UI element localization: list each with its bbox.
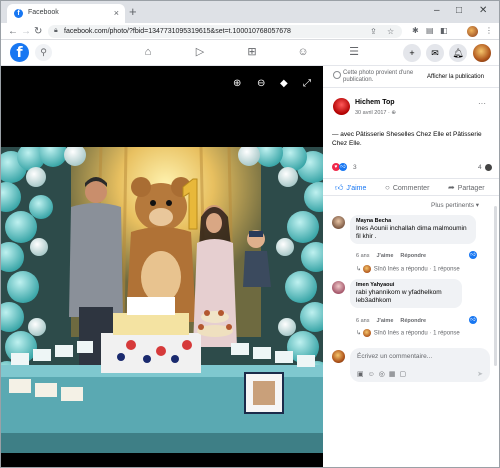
search-icon[interactable]: ⚲ [35,44,52,61]
profile-avatar[interactable] [467,26,478,37]
comment-bubble-icon [485,164,492,171]
address-bar-row: ← → ↻ 🔒︎ facebook.com/photo/?fbid=134773… [1,23,499,40]
view-replies-link[interactable]: ↳ Sînô Inès a répondu · 1 réponse [356,329,460,337]
url-text[interactable]: facebook.com/photo/?fbid=134773109531961… [64,28,291,35]
more-options-icon[interactable]: ··· [478,99,486,108]
extensions-icon[interactable]: ✱ [412,26,419,35]
like-button[interactable]: 👍︎ J'aime [335,183,366,193]
comment-reply-link[interactable]: Répondre [400,253,426,259]
tab-close-icon[interactable]: × [114,8,119,18]
create-plus-icon[interactable]: + [403,44,421,62]
facebook-header: f ⚲ ⌂ ▷ ⊞ ☺ ☰ + ✉ 🔔︎ [1,40,499,66]
avatar-sticker-icon[interactable]: ▢ [400,371,411,378]
post-actions: 👍︎ J'aime ○ Commenter ➦ Partager [323,178,499,196]
share-page-icon[interactable]: ⇪ [370,27,377,36]
comment-author[interactable]: Mayna Becha [356,218,470,224]
source-notice: Cette photo provient d'une publication. … [323,66,499,88]
emoji-icon[interactable]: ☺ [368,371,379,378]
minimize-button[interactable]: – [434,5,440,16]
comment-icon: ○ [385,183,390,192]
fullscreen-icon[interactable]: ⤢ [303,78,311,89]
video-icon[interactable]: ▷ [193,45,207,59]
panel-scrollbar[interactable] [494,206,497,366]
composer-tools: ▣☺◎▦▢ [357,370,410,378]
new-tab-button[interactable]: + [129,4,137,20]
camera-icon[interactable]: ◎ [379,371,389,378]
comment-like-badge-icon: 👍︎ [469,316,477,324]
reply-avatar [362,329,371,337]
browser-menu-icon[interactable]: ⋮ [485,26,493,35]
view-replies-link[interactable]: ↳ Sînô Inès a répondu · 1 réponse [356,265,460,273]
comment-author[interactable]: Imen Yahyaoui [356,282,456,288]
close-window-button[interactable]: ✕ [479,5,487,16]
lock-icon[interactable]: 🔒︎ [54,27,58,35]
send-icon[interactable]: ➤ [477,370,483,378]
comment-sort-dropdown[interactable]: Plus pertinents ▾ [431,201,479,209]
tab-title: Facebook [28,9,59,16]
comment-bubble: Mayna Becha Ines Aounii inchallah dima m… [350,215,476,244]
post-caption: — avec Pâtisserie Sheselles Chez Elle et… [332,131,482,147]
share-arrow-icon: ➦ [448,183,455,192]
home-icon[interactable]: ⌂ [141,45,155,59]
reactions-bar[interactable]: ♥ 👍︎ 3 4 [332,163,492,173]
zoom-in-icon[interactable]: ⊕ [233,78,241,89]
share-button[interactable]: ➦ Partager [448,183,485,192]
tag-icon[interactable]: ◆ [280,78,288,89]
post-date[interactable]: 30 avril 2017 · ⊕ [355,110,396,116]
zoom-out-icon[interactable]: ⊖ [257,78,265,89]
reload-icon[interactable]: ↻ [34,25,42,38]
comment-composer[interactable]: Écrivez un commentaire... ▣☺◎▦▢ ➤ [350,348,490,382]
comment-bubble: Imen Yahyaoui rabi yhannikom w yfadhelko… [350,279,462,308]
comment-meta: 6 ans J'aime Répondre [356,318,427,324]
comment-like-badge-icon: 👍︎ [469,251,477,259]
party-photo [1,147,323,453]
marketplace-icon[interactable]: ⊞ [245,45,259,59]
menu-icon[interactable]: ☰ [347,45,361,59]
reactions-count[interactable]: 3 [353,164,357,171]
comment-like-link[interactable]: J'aime [376,253,393,259]
reply-arrow-icon: ↳ [356,330,363,337]
tab-facebook[interactable]: f Facebook × [7,4,125,23]
facebook-favicon-icon: f [14,9,23,18]
comment-meta: 6 ans J'aime Répondre [356,253,427,259]
gif-icon[interactable]: ▦ [389,371,400,378]
reply-avatar [362,265,371,273]
comment-avatar[interactable] [332,216,345,229]
back-arrow-icon[interactable]: ← [8,25,18,38]
thumbs-up-icon: 👍︎ [335,183,344,192]
comment-like-link[interactable]: J'aime [376,318,393,324]
browser-window: f Facebook × + – □ ✕ ← → ↻ 🔒︎ facebook.c… [0,0,500,468]
bookmark-star-icon[interactable]: ☆ [387,27,394,36]
photo-viewer: ⊕ ⊖ ◆ ⤢ [1,66,323,467]
my-avatar [332,350,345,363]
comments-count[interactable]: 4 [478,164,482,171]
comment-text: Ines Aounii inchallah dima malmoumin fil… [356,225,467,240]
comment-avatar[interactable] [332,281,345,294]
view-post-button[interactable]: Afficher la publication [427,74,484,80]
account-avatar[interactable] [473,44,491,62]
globe-icon: ⊕ [391,110,396,116]
reply-arrow-icon: ↳ [356,266,363,273]
like-reaction-icon: 👍︎ [339,163,347,171]
comment-button[interactable]: ○ Commenter [385,183,429,192]
address-bar[interactable]: 🔒︎ facebook.com/photo/?fbid=134773109531… [48,25,402,38]
messenger-icon[interactable]: ✉ [426,44,444,62]
comment-reply-link[interactable]: Répondre [400,318,426,324]
reading-list-icon[interactable]: ▤ [426,26,434,35]
maximize-button[interactable]: □ [456,5,462,16]
facebook-logo[interactable]: f [10,43,29,62]
post-author[interactable]: Hichem Top [355,99,395,106]
info-icon [333,71,341,79]
sticker-icon[interactable]: ▣ [357,371,368,378]
forward-arrow-icon[interactable]: → [21,25,31,38]
author-avatar[interactable] [333,98,350,115]
comment-text: rabi yhannikom w yfadhelkom leb3adhkom [356,289,442,304]
tab-strip: f Facebook × + – □ ✕ [1,1,499,23]
notifications-bell-icon[interactable]: 🔔︎ [449,44,467,62]
post-side-panel: Cette photo provient d'une publication. … [323,66,499,467]
comment-input[interactable]: Écrivez un commentaire... [357,353,432,360]
side-panel-icon[interactable]: ◧ [440,26,448,35]
source-notice-text: Cette photo provient d'une publication. [343,70,414,83]
groups-icon[interactable]: ☺ [296,45,310,59]
